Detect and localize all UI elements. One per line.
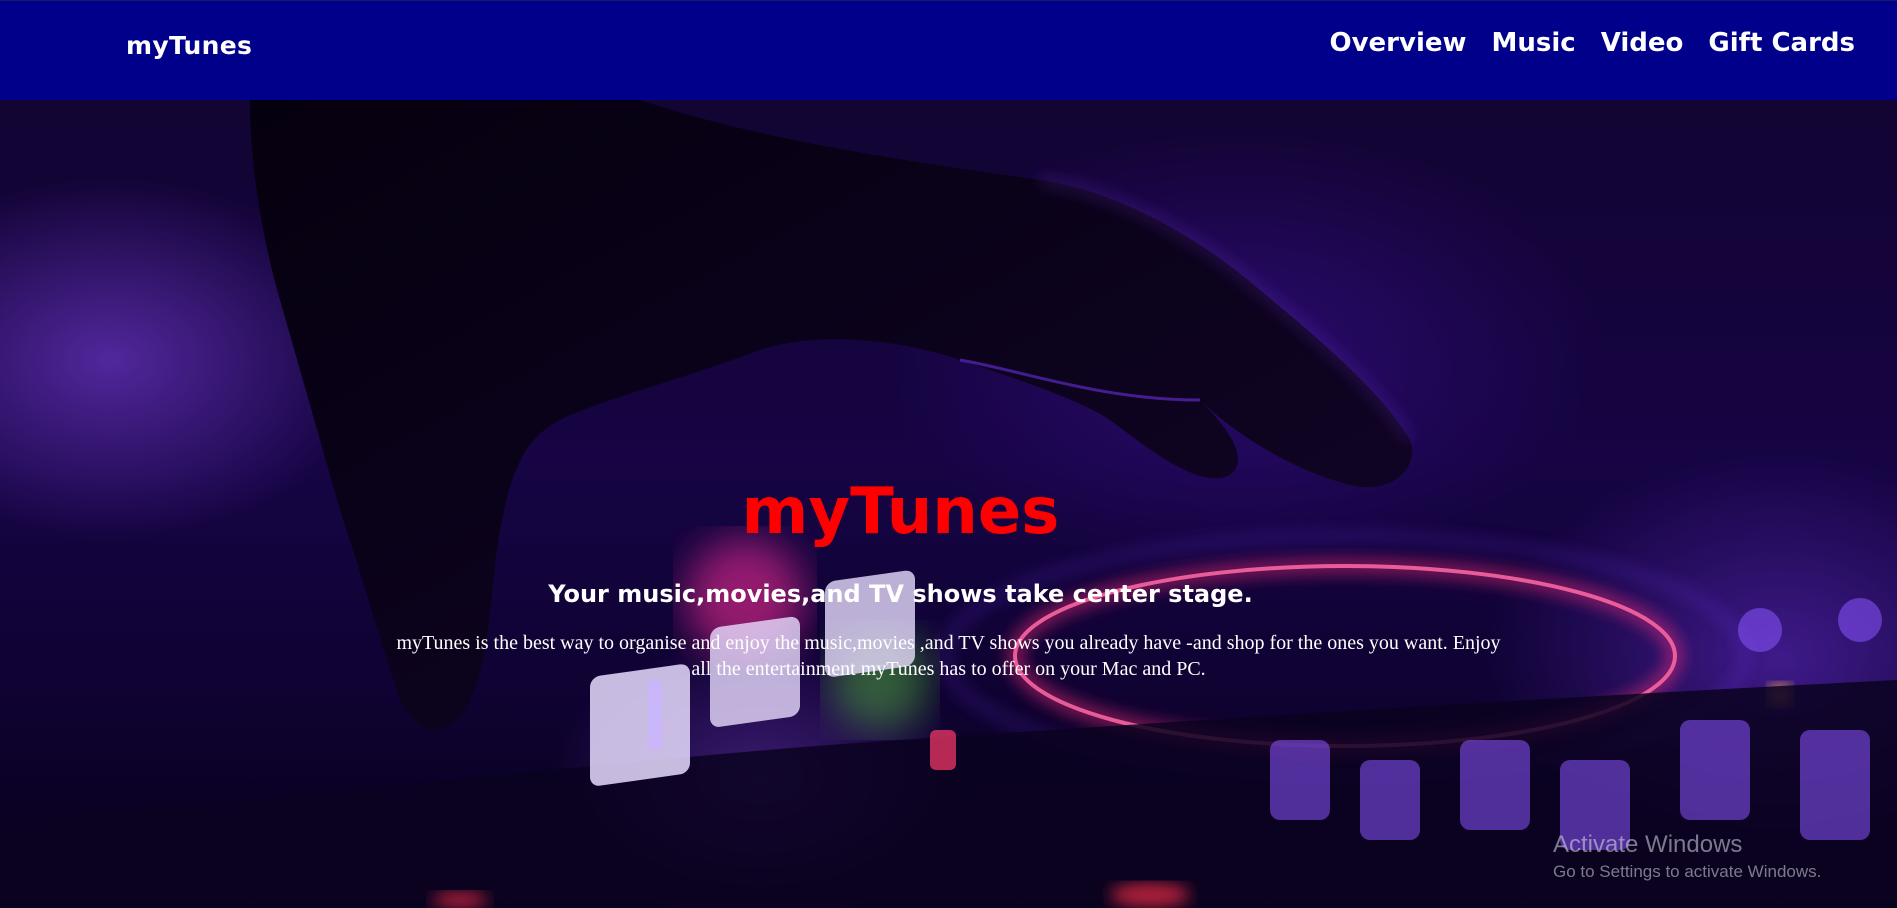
hero-section: myTunes Your music,movies,and TV shows t… xyxy=(0,100,1897,908)
hero-content: myTunes Your music,movies,and TV shows t… xyxy=(0,480,1897,682)
nav-link-video[interactable]: Video xyxy=(1601,28,1684,58)
nav-link-overview[interactable]: Overview xyxy=(1330,28,1467,58)
top-navbar: myTunes Overview Music Video Gift Cards xyxy=(0,0,1897,100)
hero-subtitle: Your music,movies,and TV shows take cent… xyxy=(548,580,1253,608)
nav-item-overview: Overview xyxy=(1330,28,1467,58)
nav-item-music: Music xyxy=(1492,28,1576,58)
hero-description: myTunes is the best way to organise and … xyxy=(396,632,1501,680)
nav-item-gift-cards: Gift Cards xyxy=(1708,28,1855,58)
nav-item-video: Video xyxy=(1601,28,1684,58)
hero-title: myTunes xyxy=(741,475,1060,549)
brand-logo-link[interactable]: myTunes xyxy=(126,31,252,60)
activate-windows-watermark: Activate Windows Go to Settings to activ… xyxy=(1553,830,1821,884)
nav-link-gift-cards[interactable]: Gift Cards xyxy=(1708,28,1855,58)
nav-link-music[interactable]: Music xyxy=(1492,28,1576,58)
watermark-subtitle: Go to Settings to activate Windows. xyxy=(1553,862,1822,881)
watermark-title: Activate Windows xyxy=(1553,831,1743,858)
nav-links: Overview Music Video Gift Cards xyxy=(1330,28,1856,58)
